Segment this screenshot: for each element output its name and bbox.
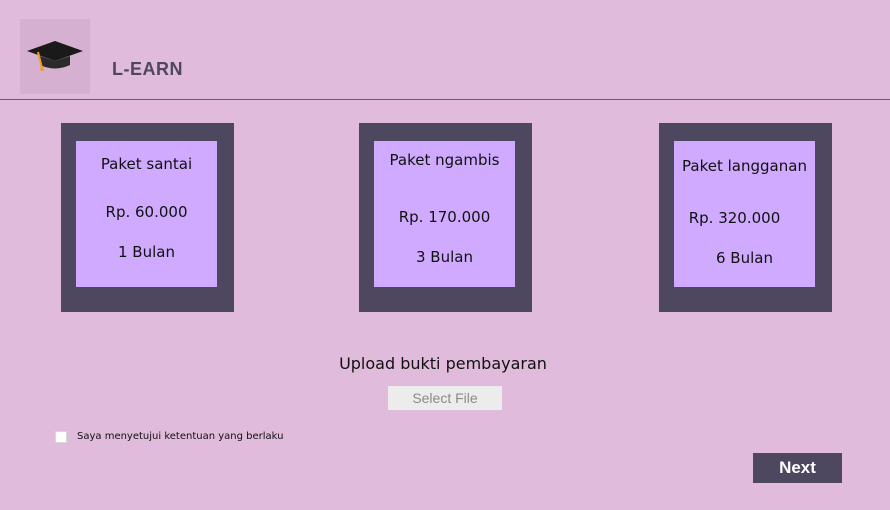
graduation-cap-icon — [27, 41, 83, 71]
logo — [20, 19, 90, 94]
package-card-santai[interactable]: Paket santai Rp. 60.000 1 Bulan — [61, 123, 234, 312]
agreement-label: Saya menyetujui ketentuan yang berlaku — [77, 431, 284, 442]
package-name: Paket santai — [100, 155, 193, 173]
package-card-content: Paket ngambis Rp. 170.000 3 Bulan — [374, 141, 515, 287]
upload-label: Upload bukti pembayaran — [339, 354, 547, 373]
select-file-button[interactable]: Select File — [388, 386, 502, 410]
package-price: Rp. 170.000 — [398, 208, 491, 226]
package-card-langganan[interactable]: Paket langganan Rp. 320.000 6 Bulan — [659, 123, 832, 312]
package-card-ngambis[interactable]: Paket ngambis Rp. 170.000 3 Bulan — [359, 123, 532, 312]
subscription-page: L-EARN Paket santai Rp. 60.000 1 Bulan P… — [0, 0, 890, 510]
package-duration: 1 Bulan — [118, 243, 175, 261]
package-duration: 3 Bulan — [416, 248, 473, 266]
package-duration: 6 Bulan — [716, 249, 773, 267]
app-title: L-EARN — [112, 59, 183, 79]
package-name: Paket langganan — [682, 157, 807, 175]
package-name: Paket ngambis — [389, 151, 500, 169]
package-price: Rp. 320.000 — [688, 209, 781, 227]
package-price: Rp. 60.000 — [105, 203, 188, 221]
next-button[interactable]: Next — [753, 453, 842, 483]
package-card-content: Paket langganan Rp. 320.000 6 Bulan — [674, 141, 815, 287]
agreement-checkbox[interactable] — [55, 431, 67, 443]
header-divider — [0, 99, 890, 100]
package-card-content: Paket santai Rp. 60.000 1 Bulan — [76, 141, 217, 287]
